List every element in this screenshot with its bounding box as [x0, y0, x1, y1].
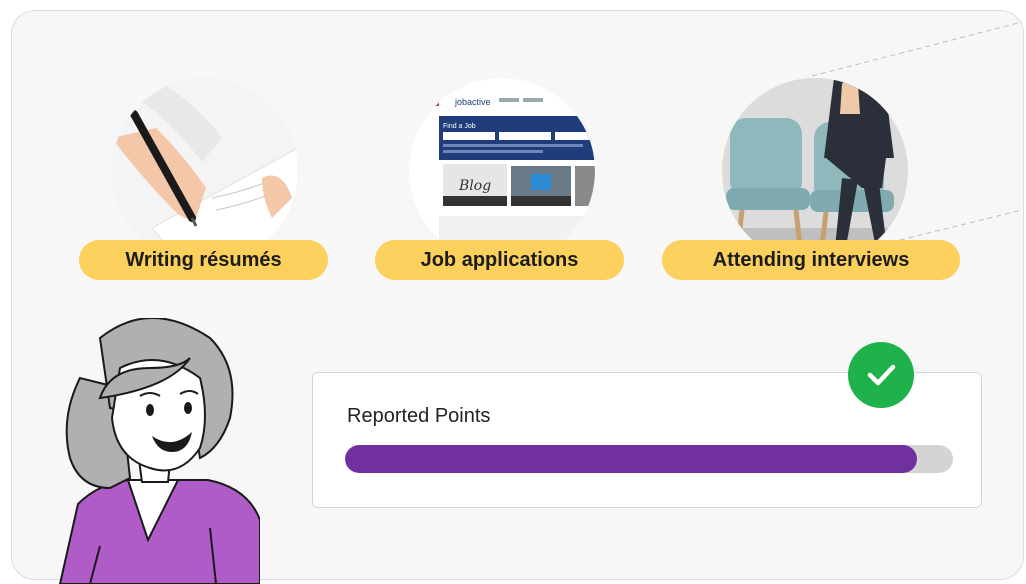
activity-job-applications[interactable]: Job applications [375, 240, 624, 280]
writing-photo [112, 78, 298, 264]
activity-label: Attending interviews [712, 248, 910, 271]
website-heading: Find a Job [443, 123, 476, 130]
activity-label: Writing résumés [125, 248, 282, 271]
job-website-screenshot: jobactive Find a Job Blog [409, 78, 595, 264]
progress-label: Reported Points [347, 405, 491, 427]
progress-bar-track [345, 445, 953, 473]
progress-bar-fill [345, 445, 917, 473]
website-brand: jobactive [454, 97, 491, 107]
woman-avatar [58, 318, 260, 584]
blog-word: Blog [458, 178, 491, 194]
activity-label: Job applications [420, 248, 579, 271]
activity-attending-interviews[interactable]: Attending interviews [662, 240, 960, 280]
check-circle-icon [848, 342, 914, 408]
activity-writing-resumes[interactable]: Writing résumés [79, 240, 328, 280]
interview-waiting-photo [722, 78, 908, 264]
